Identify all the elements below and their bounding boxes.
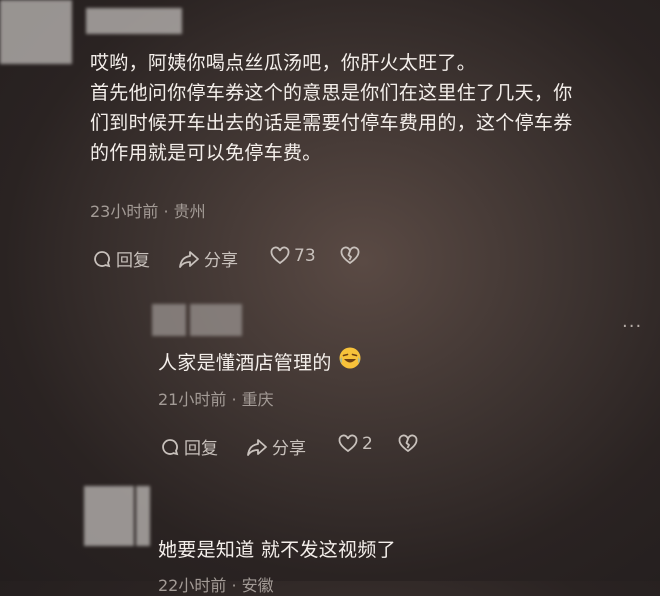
comment-meta: 23小时前 · 贵州 (90, 202, 206, 221)
share-button[interactable]: 分享 (246, 434, 306, 459)
reply-label: 回复 (116, 251, 150, 271)
reply-comment-meta: 22小时前 · 安徽 (158, 576, 274, 595)
more-options-icon[interactable]: ··· (622, 316, 642, 337)
reply-label: 回复 (184, 439, 218, 459)
reply-comment-text: 她要是知道 就不发这视频了 (158, 539, 396, 561)
username-blurred[interactable] (136, 486, 150, 546)
reply-comment-text: 人家是懂酒店管理的 (158, 346, 362, 379)
laughing-crying-emoji-icon (338, 346, 362, 379)
dislike-button[interactable] (340, 246, 360, 266)
reply-bubble-icon (160, 437, 180, 457)
reply-comment-meta: 21小时前 · 重庆 (158, 390, 274, 409)
avatar-blurred[interactable] (84, 486, 134, 546)
reply-button[interactable]: 回复 (92, 246, 150, 271)
avatar-blurred[interactable] (0, 0, 72, 64)
like-button[interactable]: 73 (270, 246, 316, 266)
share-arrow-icon (178, 249, 200, 269)
like-count: 73 (294, 246, 316, 266)
avatar-blurred[interactable] (152, 304, 186, 336)
comment-line: 们到时候开车出去的话是需要付停车费用的，这个停车券 (90, 112, 573, 134)
comment-text: 哎哟，阿姨你喝点丝瓜汤吧，你肝火太旺了。 首先他问你停车券这个的意思是你们在这里… (90, 48, 650, 168)
share-label: 分享 (272, 439, 306, 459)
reply-button[interactable]: 回复 (160, 434, 218, 459)
username-blurred[interactable] (86, 8, 182, 34)
like-button[interactable]: 2 (338, 434, 373, 454)
share-label: 分享 (204, 251, 238, 271)
comment-line: 首先他问你停车券这个的意思是你们在这里住了几天，你 (90, 82, 573, 104)
share-button[interactable]: 分享 (178, 246, 238, 271)
heart-icon (338, 434, 358, 454)
heart-icon (270, 246, 290, 266)
broken-heart-icon (340, 246, 360, 266)
username-blurred[interactable] (190, 304, 242, 336)
broken-heart-icon (398, 434, 418, 454)
reply-comment-line: 人家是懂酒店管理的 (158, 351, 332, 374)
share-arrow-icon (246, 437, 268, 457)
like-count: 2 (362, 434, 373, 454)
reply-bubble-icon (92, 249, 112, 269)
comment-line: 的作用就是可以免停车费。 (90, 142, 322, 164)
dislike-button[interactable] (398, 434, 418, 454)
comment-line: 哎哟，阿姨你喝点丝瓜汤吧，你肝火太旺了。 (90, 52, 477, 74)
